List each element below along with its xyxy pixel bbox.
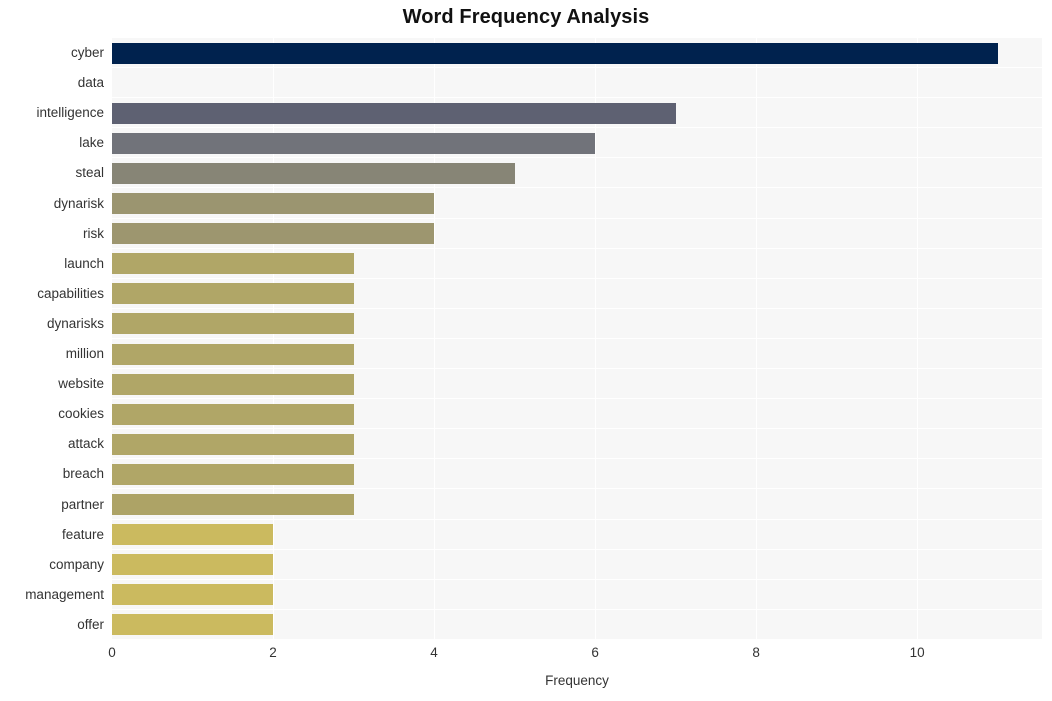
x-tick-label-2: 2 (269, 645, 277, 660)
bar-row (112, 429, 1042, 460)
x-tick-label-0: 0 (108, 645, 116, 660)
bar-partner (112, 494, 354, 516)
y-tick-label-feature: feature (61, 526, 104, 542)
y-tick-label-offer: offer (77, 616, 104, 632)
y-tick-label-dynarisk: dynarisk (53, 195, 104, 211)
bar-offer (112, 614, 274, 636)
bar-data (112, 73, 837, 94)
y-axis-tick-labels: cyber data intelligence lake steal dynarisk ri… (0, 38, 104, 640)
y-tick-label-risk: risk (83, 225, 104, 241)
y-tick-label-data: data (77, 75, 104, 91)
bar-launch (112, 253, 354, 275)
bar-intelligence (112, 102, 676, 124)
x-tick-label-6: 6 (591, 645, 599, 660)
bar-row (112, 610, 1042, 640)
bar-row (112, 309, 1042, 339)
bar-row (112, 68, 1042, 99)
bar-capabilities (112, 283, 354, 305)
bar-cookies (112, 403, 354, 425)
y-tick-label-partner: partner (61, 496, 104, 512)
bar-million (112, 343, 354, 365)
bar-row (112, 550, 1042, 580)
bar-row (112, 490, 1042, 520)
y-tick-label-cyber: cyber (70, 45, 104, 60)
y-tick-label-launch: launch (64, 255, 104, 271)
gridline-y (112, 638, 1042, 640)
y-tick-label-breach: breach (62, 466, 104, 482)
x-axis-title: Frequency (545, 673, 609, 688)
x-tick-label-8: 8 (752, 645, 760, 660)
bar-feature (112, 524, 274, 546)
bar-row (112, 128, 1042, 159)
bar-management (112, 584, 274, 606)
y-tick-label-management: management (25, 586, 104, 602)
y-tick-label-million: million (65, 346, 104, 361)
bar-attack (112, 433, 354, 455)
y-tick-label-cookies: cookies (58, 406, 104, 422)
bar-row (112, 369, 1042, 400)
bar-row (112, 189, 1042, 219)
bar-row (112, 249, 1042, 279)
bar-row (112, 339, 1042, 370)
chart-title: Word Frequency Analysis (402, 6, 650, 28)
bar-website (112, 373, 354, 395)
bar-dynarisk (112, 193, 435, 215)
bar-row (112, 459, 1042, 490)
bar-row (112, 520, 1042, 550)
y-tick-label-company: company (49, 556, 104, 572)
bar-cyber (112, 42, 998, 64)
y-tick-label-website: website (58, 376, 104, 392)
y-tick-label-attack: attack (67, 436, 104, 452)
bar-steal (112, 162, 515, 184)
bar-dynarisks (112, 313, 354, 335)
y-tick-label-capabilities: capabilities (37, 285, 104, 301)
bar-row (112, 399, 1042, 430)
bar-risk (112, 223, 435, 245)
y-tick-label-dynarisks: dynarisks (46, 315, 104, 331)
bar-company (112, 554, 274, 576)
bar-row (112, 219, 1042, 249)
bar-row (112, 279, 1042, 309)
bar-lake (112, 132, 596, 154)
bar-breach (112, 463, 354, 485)
bar-row (112, 158, 1042, 189)
chart-figure: Word Frequency Analysis cyber data intelli… (0, 0, 1052, 701)
x-axis-tick-labels: 0 2 4 6 8 10 (0, 645, 1052, 667)
bars-layer (112, 38, 1042, 640)
bar-row (112, 38, 1042, 69)
x-tick-label-4: 4 (430, 645, 438, 660)
bar-row (112, 580, 1042, 610)
x-tick-label-10: 10 (909, 645, 925, 660)
y-tick-label-intelligence: intelligence (36, 105, 104, 121)
y-tick-label-steal: steal (75, 165, 104, 181)
bar-row (112, 98, 1042, 129)
y-tick-label-lake: lake (79, 135, 104, 151)
